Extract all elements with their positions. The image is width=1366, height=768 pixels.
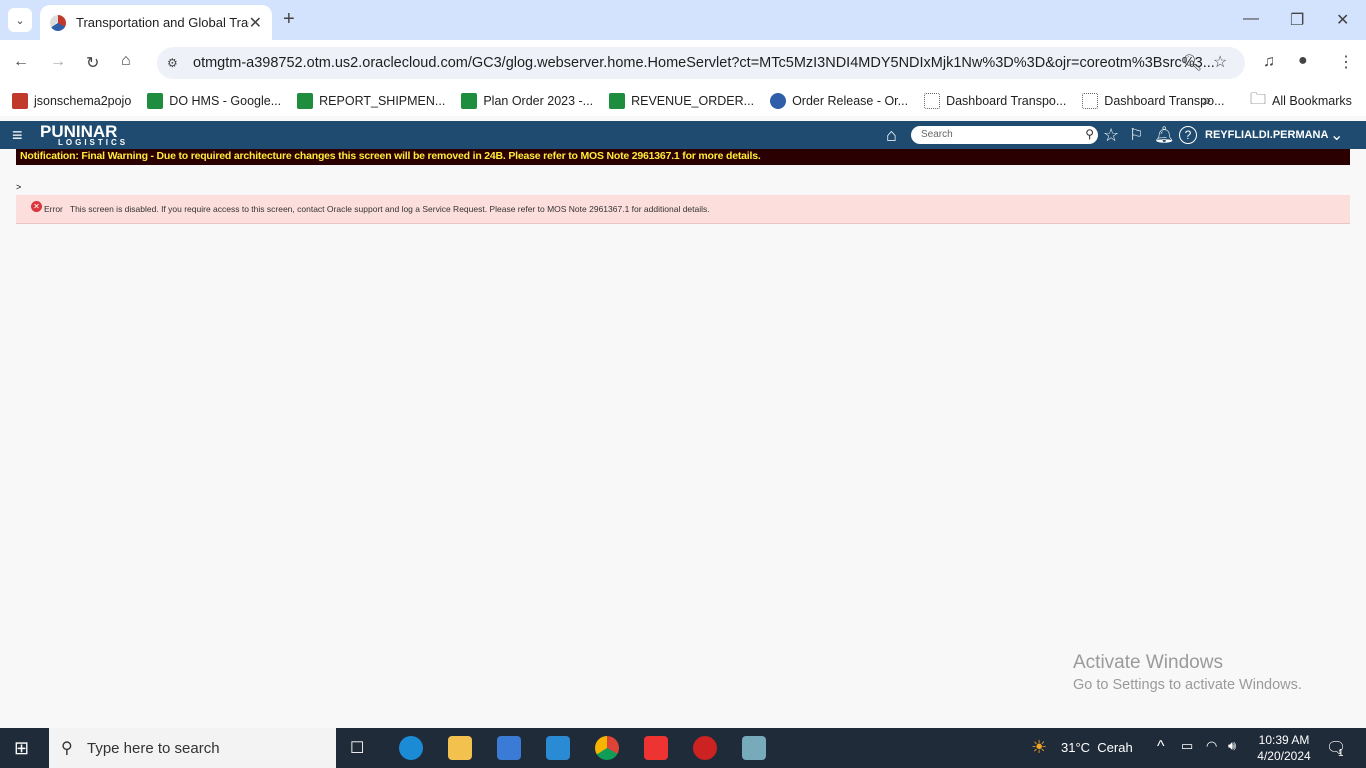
home-icon[interactable]: ⌂	[121, 52, 131, 70]
sheets-icon	[461, 93, 478, 109]
breadcrumb: >	[16, 182, 22, 192]
menu-icon[interactable]: ⋮	[1338, 52, 1354, 72]
dashboard-icon	[924, 93, 941, 109]
search-placeholder: Search	[921, 129, 953, 140]
volume-icon[interactable]: 🔊︎	[1228, 738, 1236, 754]
mail-icon[interactable]	[546, 736, 570, 760]
bookmark[interactable]: jsonschema2pojo	[12, 93, 131, 109]
browser-tab[interactable]: Transportation and Global Trade ✕	[40, 5, 272, 40]
url-text: otmgtm-a398752.otm.us2.oraclecloud.com/G…	[193, 55, 1215, 71]
taskbar-search[interactable]: ⚲ Type here to search	[49, 728, 336, 768]
oracle-icon	[770, 93, 787, 109]
url-input[interactable]: ⚙ otmgtm-a398752.otm.us2.oraclecloud.com…	[157, 47, 1245, 79]
bookmark-label: Plan Order 2023 -...	[483, 94, 594, 108]
time: 10:39 AM	[1258, 733, 1310, 747]
all-bookmarks[interactable]: 🗀 All Bookmarks	[1250, 88, 1352, 115]
logo-subtext: LOGISTICS	[58, 138, 129, 147]
battery-icon[interactable]: ▭	[1181, 738, 1193, 754]
error-label: Error	[44, 204, 63, 214]
wps-icon[interactable]	[644, 736, 668, 760]
sheets-icon	[147, 93, 164, 109]
task-view-icon[interactable]: ☐	[350, 738, 364, 758]
taskbar-search-placeholder: Type here to search	[87, 739, 220, 757]
bookmark[interactable]: Order Release - Or...	[770, 93, 908, 109]
back-icon[interactable]: ←	[13, 53, 29, 71]
flag-icon[interactable]: ⚐	[1129, 125, 1143, 145]
error-icon: ✕	[31, 200, 42, 212]
home-icon[interactable]: ⌂	[886, 125, 897, 146]
chrome-icon[interactable]	[595, 736, 619, 760]
file-explorer-icon[interactable]	[448, 736, 472, 760]
search-icon[interactable]: ⚲	[1085, 127, 1094, 141]
bookmark-label: REPORT_SHIPMEN...	[319, 94, 446, 108]
notification-banner: Notification: Final Warning - Due to req…	[16, 149, 1350, 165]
watermark-subtitle: Go to Settings to activate Windows.	[1073, 677, 1302, 693]
bell-icon[interactable]: 🔔︎	[1154, 125, 1174, 145]
search-icon: ⚲	[61, 740, 73, 757]
favorites-star-icon[interactable]: ☆	[1103, 125, 1119, 146]
browser-tab-bar: ⌄ Transportation and Global Trade ✕ + — …	[0, 0, 1366, 40]
tab-list-icon[interactable]: ⌄	[8, 8, 32, 32]
address-bar-row: ← → ↻ ⌂ ⚙ otmgtm-a398752.otm.us2.oraclec…	[0, 40, 1366, 86]
new-tab-button[interactable]: +	[283, 8, 295, 31]
profile-avatar[interactable]: ●	[1298, 52, 1308, 70]
app-icon[interactable]	[742, 736, 766, 760]
bookmark-label: Order Release - Or...	[792, 94, 909, 108]
bookmark-label: REVENUE_ORDER...	[631, 94, 755, 108]
hamburger-menu-icon[interactable]: ≡	[12, 125, 23, 146]
store-icon[interactable]	[497, 736, 521, 760]
bookmark[interactable]: Dashboard Transpo...	[924, 93, 1066, 109]
restore-icon[interactable]: ❐	[1290, 10, 1304, 30]
bookmark[interactable]: Plan Order 2023 -...	[461, 93, 593, 109]
weather-text[interactable]: 31°C Cerah	[1061, 740, 1133, 755]
zoom-icon[interactable]: 🔍︎	[1182, 53, 1202, 73]
folder-icon: 🗀	[1250, 90, 1267, 108]
weather-icon: ☀	[1031, 737, 1048, 757]
activate-windows-watermark: Activate Windows Go to Settings to activ…	[1073, 652, 1302, 693]
notification-count: 1	[1338, 748, 1344, 759]
sheets-icon	[297, 93, 314, 109]
bookmark-label: Dashboard Transpo...	[946, 94, 1067, 108]
puninar-logo: PUNINAR LOGISTICS	[40, 123, 129, 147]
app-icon[interactable]	[693, 736, 717, 760]
media-icon[interactable]: ♫	[1263, 53, 1275, 71]
error-text: This screen is disabled. If you require …	[69, 204, 710, 214]
edge-icon[interactable]	[399, 736, 423, 760]
search-input[interactable]: Search ⚲	[911, 126, 1098, 144]
help-icon[interactable]: ?	[1179, 126, 1197, 144]
more-bookmarks-icon[interactable]: »	[1202, 92, 1211, 110]
tab-title: Transportation and Global Trade	[76, 15, 249, 30]
tray-chevron-icon[interactable]: ^	[1157, 738, 1165, 756]
user-menu[interactable]: REYFLIALDI.PERMANA	[1205, 129, 1328, 141]
app-header: ≡ PUNINAR LOGISTICS ⌂ Search ⚲ ☆ ⚐ 🔔︎ ? RE…	[0, 121, 1366, 149]
close-tab-icon[interactable]: ✕	[249, 13, 262, 33]
date: 4/20/2024	[1257, 749, 1311, 763]
bookmark[interactable]: REPORT_SHIPMEN...	[297, 93, 445, 109]
site-info-icon[interactable]: ⚙	[167, 56, 178, 70]
all-bookmarks-label: All Bookmarks	[1272, 94, 1352, 108]
sheets-icon	[609, 93, 626, 109]
windows-start-icon[interactable]: ⊞	[14, 738, 29, 759]
oracle-favicon-icon	[50, 14, 66, 31]
bookmark[interactable]: DO HMS - Google...	[147, 93, 281, 109]
bookmark-label: jsonschema2pojo	[34, 94, 132, 108]
bookmark[interactable]: REVENUE_ORDER...	[609, 93, 754, 109]
taskbar: ⊞ ⚲ Type here to search ☐ ☀ 31°C Cerah ^…	[0, 728, 1366, 768]
minimize-icon[interactable]: —	[1243, 10, 1259, 28]
bookmark-star-icon[interactable]: ☆	[1213, 52, 1227, 72]
wifi-icon[interactable]: ◠	[1206, 738, 1217, 754]
bookmark-label: DO HMS - Google...	[169, 94, 282, 108]
watermark-title: Activate Windows	[1073, 652, 1223, 673]
json-icon	[12, 93, 28, 109]
forward-icon[interactable]: →	[50, 53, 66, 71]
reload-icon[interactable]: ↻	[86, 53, 99, 73]
error-message: ✕ Error This screen is disabled. If you …	[16, 195, 1350, 224]
chevron-down-icon[interactable]: ⌄	[1330, 125, 1343, 145]
dashboard-icon	[1082, 93, 1099, 109]
clock[interactable]: 10:39 AM 4/20/2024	[1256, 732, 1312, 764]
close-window-icon[interactable]: ✕	[1336, 10, 1349, 30]
bookmarks-bar: jsonschema2pojo DO HMS - Google... REPOR…	[0, 86, 1366, 116]
